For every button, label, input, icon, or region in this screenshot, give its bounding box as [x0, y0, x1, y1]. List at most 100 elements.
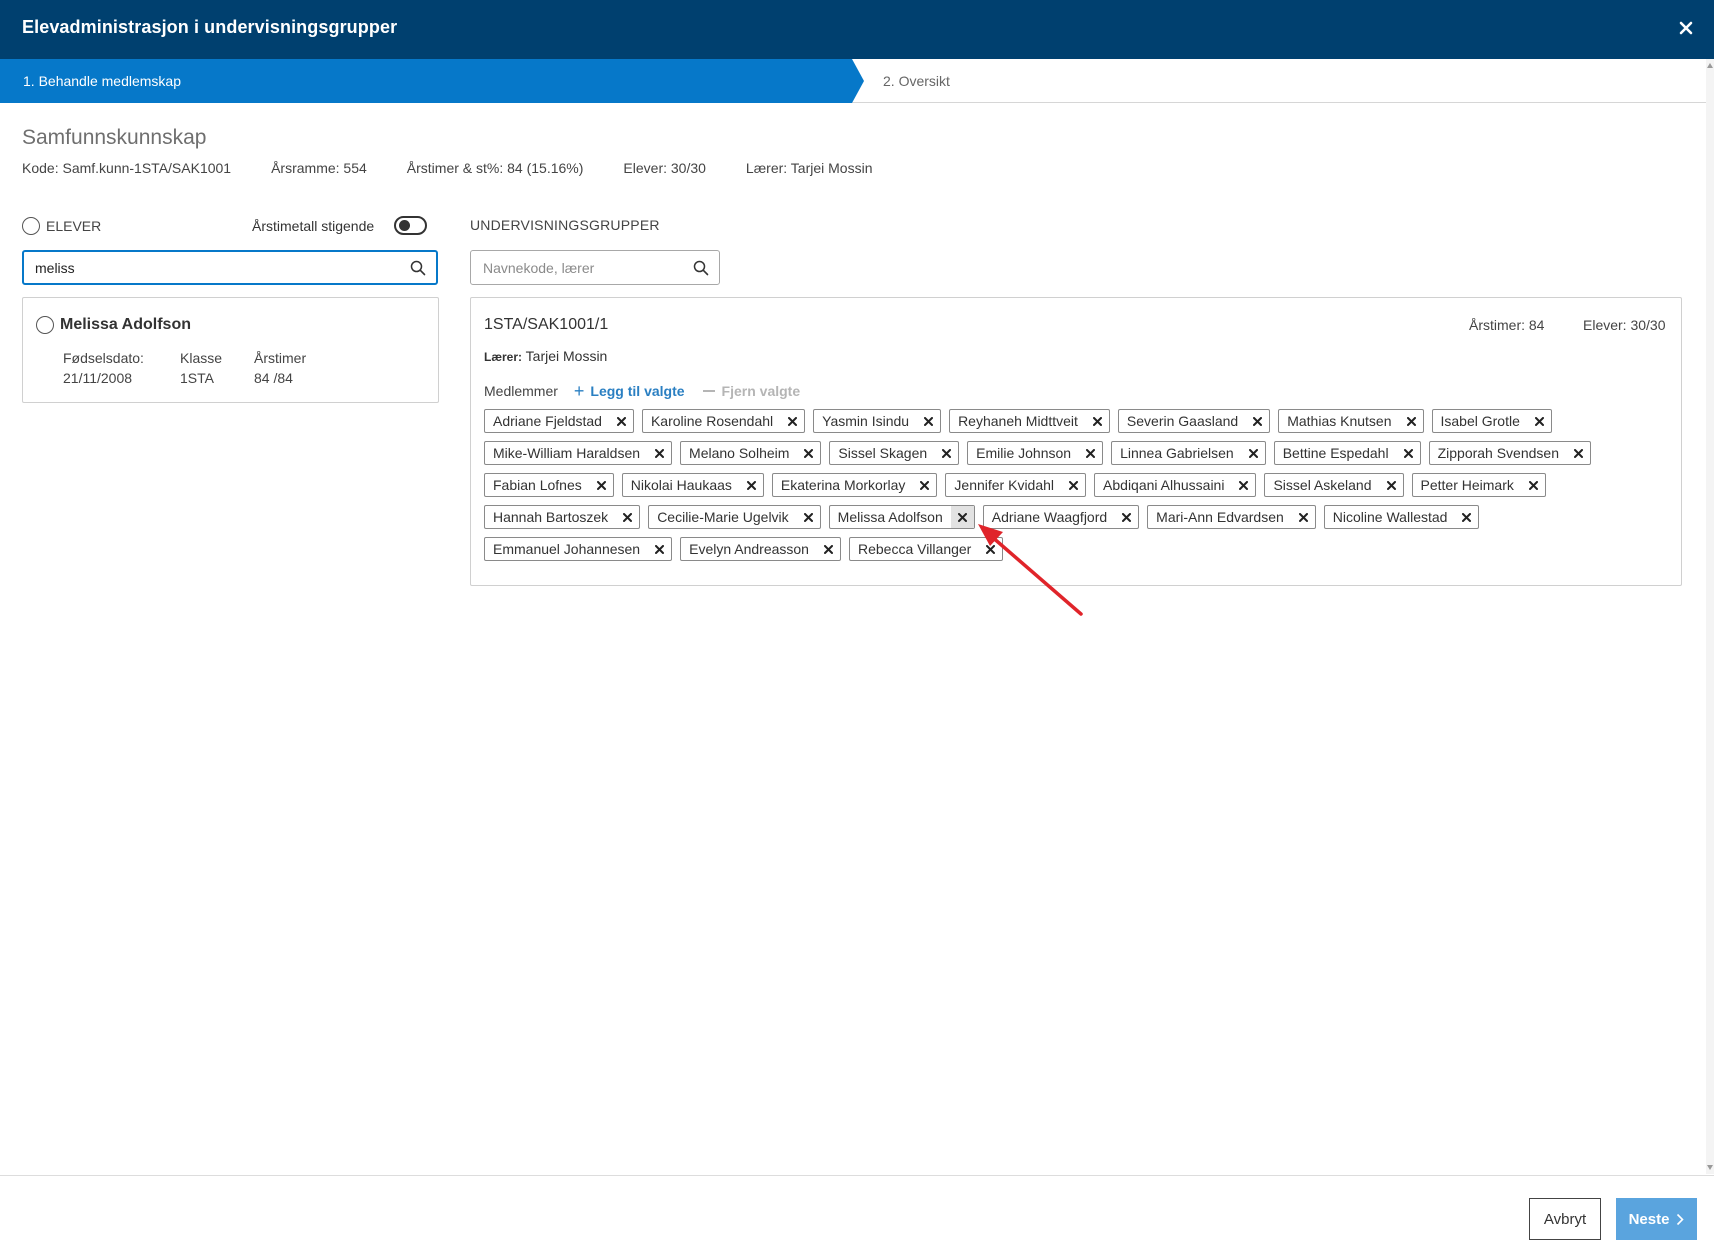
red-arrow-icon: [978, 524, 1083, 616]
remove-member-button[interactable]: [1522, 474, 1545, 496]
toggle-knob: [399, 220, 410, 231]
member-chip: Bettine Espedahl: [1273, 441, 1421, 465]
member-chip: Karoline Rosendahl: [641, 409, 806, 433]
remove-member-button[interactable]: [1567, 442, 1590, 464]
step-1-label: 1. Behandle medlemskap: [23, 73, 181, 89]
remove-member-button[interactable]: [648, 538, 671, 560]
students-select-all[interactable]: ELEVER: [22, 216, 101, 236]
member-chip: Linnea Gabrielsen: [1111, 441, 1266, 465]
x-icon: [1528, 480, 1538, 490]
member-chip-label: Emilie Johnson: [976, 445, 1072, 461]
remove-member-button[interactable]: [950, 506, 974, 528]
select-all-checkbox[interactable]: [22, 217, 40, 235]
member-chip: Mathias Knutsen: [1278, 409, 1424, 433]
cancel-button[interactable]: Avbryt: [1529, 1198, 1601, 1240]
member-chip-label: Adriane Waagfjord: [991, 509, 1108, 525]
member-chip-label: Bettine Espedahl: [1282, 445, 1389, 461]
member-chip-label: Adriane Fjeldstad: [493, 413, 602, 429]
member-chip: Nicoline Wallestad: [1323, 505, 1480, 529]
remove-member-button[interactable]: [917, 410, 940, 432]
student-checkbox[interactable]: [36, 316, 54, 334]
remove-member-button[interactable]: [1115, 506, 1138, 528]
x-icon: [1298, 512, 1308, 522]
dob-value: 21/11/2008: [63, 370, 133, 386]
subject-meta: Kode: Samf.kunn-1STA/SAK1001 Årsramme: 5…: [22, 160, 912, 176]
group-search-box: [470, 250, 720, 285]
remove-selected-label: Fjern valgte: [721, 383, 801, 399]
teacher-label: Lærer:: [484, 350, 523, 364]
remove-member-button[interactable]: [797, 442, 820, 464]
member-chip-label: Emmanuel Johannesen: [493, 541, 641, 557]
remove-member-button[interactable]: [1242, 442, 1265, 464]
member-chip-label: Zipporah Svendsen: [1437, 445, 1559, 461]
scroll-down-icon[interactable]: [1707, 1165, 1713, 1170]
member-chip-label: Mathias Knutsen: [1287, 413, 1392, 429]
member-chips: Adriane Fjeldstad Karoline Rosendahl Yasmi…: [484, 409, 1674, 569]
remove-member-button[interactable]: [1079, 442, 1102, 464]
x-icon: [942, 448, 952, 458]
x-icon: [986, 544, 996, 554]
remove-selected-button[interactable]: Fjern valgte: [702, 383, 801, 399]
member-chip-label: Hannah Bartoszek: [493, 509, 609, 525]
member-chip-label: Rebecca Villanger: [857, 541, 972, 557]
remove-member-button[interactable]: [935, 442, 958, 464]
remove-member-button[interactable]: [1528, 410, 1551, 432]
x-icon: [596, 480, 606, 490]
remove-member-button[interactable]: [590, 474, 613, 496]
close-icon: [1679, 21, 1693, 35]
remove-member-button[interactable]: [817, 538, 840, 560]
remove-member-button[interactable]: [797, 506, 820, 528]
member-chip-label: Sissel Skagen: [838, 445, 928, 461]
group-hours: Årstimer: 84: [1469, 317, 1545, 333]
remove-member-button[interactable]: [1246, 410, 1269, 432]
student-search-input[interactable]: [35, 258, 395, 278]
members-label: Medlemmer: [484, 383, 558, 399]
add-selected-button[interactable]: + Legg til valgte: [573, 381, 685, 401]
group-students: Elever: 30/30: [1583, 317, 1666, 333]
remove-member-button[interactable]: [1380, 474, 1403, 496]
remove-member-button[interactable]: [913, 474, 936, 496]
x-icon: [823, 544, 833, 554]
member-chip-label: Ekaterina Morkorlay: [780, 477, 906, 493]
subject-teacher: Lærer: Tarjei Mossin: [745, 160, 873, 176]
remove-member-button[interactable]: [1400, 410, 1423, 432]
dialog-title: Elevadministrasjon i undervisningsgruppe…: [22, 17, 398, 37]
dialog-footer: Avbryt Neste: [0, 1175, 1714, 1257]
member-chip-label: Severin Gaasland: [1126, 413, 1239, 429]
remove-member-button[interactable]: [1292, 506, 1315, 528]
plus-icon: +: [573, 381, 585, 401]
sort-toggle[interactable]: [394, 216, 427, 235]
search-icon[interactable]: [693, 260, 709, 276]
student-result-card[interactable]: Melissa Adolfson Fødselsdato: 21/11/2008…: [22, 297, 439, 403]
remove-member-button[interactable]: [1397, 442, 1420, 464]
chevron-right-icon: [1677, 1213, 1685, 1225]
search-icon[interactable]: [410, 260, 426, 276]
remove-member-button[interactable]: [979, 538, 1002, 560]
member-chip-label: Mari-Ann Edvardsen: [1156, 509, 1284, 525]
remove-member-button[interactable]: [648, 442, 671, 464]
member-chip: Adriane Waagfjord: [982, 505, 1140, 529]
step-2-tab[interactable]: 2. Oversikt: [883, 73, 950, 89]
remove-member-button[interactable]: [781, 410, 804, 432]
remove-member-button[interactable]: [610, 410, 633, 432]
scrollbar[interactable]: [1706, 59, 1714, 1174]
group-search-input[interactable]: [483, 258, 683, 278]
member-chip-label: Sissel Askeland: [1273, 477, 1372, 493]
x-icon: [1086, 448, 1096, 458]
member-chip-label: Nicoline Wallestad: [1332, 509, 1448, 525]
member-chip: Reyhaneh Midttveit: [949, 409, 1110, 433]
groups-header: UNDERVISNINGSGRUPPER: [470, 217, 660, 233]
scroll-up-icon[interactable]: [1707, 63, 1713, 68]
remove-member-button[interactable]: [740, 474, 763, 496]
member-chip: Mari-Ann Edvardsen: [1147, 505, 1316, 529]
remove-member-button[interactable]: [1232, 474, 1255, 496]
x-icon: [655, 544, 665, 554]
next-button[interactable]: Neste: [1616, 1198, 1697, 1240]
remove-member-button[interactable]: [616, 506, 639, 528]
step-1-tab[interactable]: 1. Behandle medlemskap: [0, 59, 864, 103]
remove-member-button[interactable]: [1086, 410, 1109, 432]
close-button[interactable]: [1672, 14, 1700, 42]
remove-member-button[interactable]: [1062, 474, 1085, 496]
remove-member-button[interactable]: [1455, 506, 1478, 528]
group-teacher: Lærer: Tarjei Mossin: [484, 348, 607, 364]
